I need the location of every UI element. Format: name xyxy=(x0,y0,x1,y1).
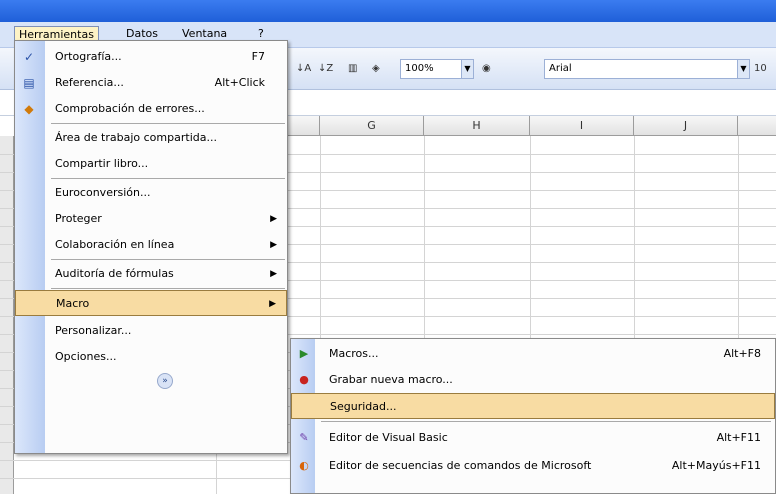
column-header-k[interactable] xyxy=(738,116,776,136)
zoom-value: 100% xyxy=(405,63,434,74)
menu-item-shortcut: Alt+Click xyxy=(214,76,265,89)
font-select[interactable]: Arial ▼ xyxy=(544,59,750,79)
menu-separator xyxy=(51,123,285,124)
menu-item-referencia[interactable]: ▤ Referencia... Alt+Click xyxy=(15,70,287,96)
expand-menu-chevron-icon[interactable]: » xyxy=(157,373,173,389)
menu-item-opciones[interactable]: Opciones... xyxy=(15,344,287,370)
menu-separator xyxy=(51,178,285,179)
submenu-arrow-icon: ▶ xyxy=(270,269,277,279)
menu-item-label: Auditoría de fórmulas xyxy=(55,267,174,280)
menu-item-macro[interactable]: Macro ▶ xyxy=(15,290,287,316)
font-size-value[interactable]: 10 xyxy=(754,60,767,78)
submenu-item-label: Editor de secuencias de comandos de Micr… xyxy=(329,459,592,472)
error-check-icon: ◆ xyxy=(24,102,34,116)
submenu-separator xyxy=(321,421,771,422)
submenu-arrow-icon: ▶ xyxy=(270,240,277,250)
record-icon: ● xyxy=(299,373,309,386)
excel-window: Herramientas Datos Ventana ? ↓A ↓Z ▥ ◈ 1… xyxy=(0,0,776,494)
sort-ascending-icon[interactable]: ↓A xyxy=(296,60,311,78)
submenu-item-label: Grabar nueva macro... xyxy=(329,373,453,386)
menu-item-label: Área de trabajo compartida... xyxy=(55,131,217,144)
submenu-item-seguridad[interactable]: Seguridad... xyxy=(291,393,775,419)
menu-item-label: Colaboración en línea xyxy=(55,238,175,251)
column-header-g[interactable]: G xyxy=(320,116,424,136)
drawing-icon[interactable]: ◈ xyxy=(372,60,380,78)
sort-descending-icon[interactable]: ↓Z xyxy=(318,60,333,78)
spellcheck-icon: ✓ xyxy=(23,50,35,64)
menu-item-label: Personalizar... xyxy=(55,324,132,337)
help-icon[interactable]: ◉ xyxy=(482,60,491,78)
menu-item-label: Referencia... xyxy=(55,76,124,89)
zoom-select[interactable]: 100% ▼ xyxy=(400,59,474,79)
vb-editor-icon: ✎ xyxy=(299,431,309,444)
research-icon: ▤ xyxy=(23,76,35,90)
submenu-arrow-icon: ▶ xyxy=(269,299,276,309)
menu-separator xyxy=(51,288,285,289)
menu-item-comprobacion-errores[interactable]: ◆ Comprobación de errores... xyxy=(15,96,287,122)
submenu-item-editor-secuencias[interactable]: ◐ Editor de secuencias de comandos de Mi… xyxy=(291,453,775,479)
menu-item-area-trabajo[interactable]: Área de trabajo compartida... xyxy=(15,125,287,151)
column-header-i[interactable]: I xyxy=(530,116,634,136)
menu-item-label: Comprobación de errores... xyxy=(55,102,205,115)
menu-item-ortografia[interactable]: ✓ Ortografía... F7 xyxy=(15,44,287,70)
menu-separator xyxy=(51,259,285,260)
menu-item-label: Opciones... xyxy=(55,350,117,363)
script-editor-icon: ◐ xyxy=(299,459,309,472)
chart-wizard-icon[interactable]: ▥ xyxy=(348,60,357,78)
menu-item-label: Compartir libro... xyxy=(55,157,149,170)
column-header-h[interactable]: H xyxy=(424,116,530,136)
menu-item-label: Ortografía... xyxy=(55,50,122,63)
title-bar xyxy=(0,0,776,22)
submenu-item-shortcut: Alt+F8 xyxy=(723,347,761,360)
submenu-arrow-icon: ▶ xyxy=(270,214,277,224)
chevron-down-icon: ▼ xyxy=(737,60,749,78)
tools-menu: ✓ Ortografía... F7 ▤ Referencia... Alt+C… xyxy=(14,40,288,454)
submenu-item-grabar-macro[interactable]: ● Grabar nueva macro... xyxy=(291,367,775,393)
menu-item-label: Proteger xyxy=(55,212,102,225)
submenu-item-editor-vb[interactable]: ✎ Editor de Visual Basic Alt+F11 xyxy=(291,425,775,451)
menu-item-label: Macro xyxy=(56,297,90,310)
macro-submenu: ▶ Macros... Alt+F8 ● Grabar nueva macro.… xyxy=(290,338,776,494)
menu-item-colaboracion[interactable]: Colaboración en línea ▶ xyxy=(15,232,287,258)
font-value: Arial xyxy=(549,63,572,74)
submenu-item-macros[interactable]: ▶ Macros... Alt+F8 xyxy=(291,341,775,367)
menu-item-personalizar[interactable]: Personalizar... xyxy=(15,318,287,344)
column-header-j[interactable]: J xyxy=(634,116,738,136)
menu-item-euroconversion[interactable]: Euroconversión... xyxy=(15,180,287,206)
menu-item-proteger[interactable]: Proteger ▶ xyxy=(15,206,287,232)
menu-item-auditoria[interactable]: Auditoría de fórmulas ▶ xyxy=(15,261,287,287)
chevron-down-icon: ▼ xyxy=(461,60,473,78)
menu-item-shortcut: F7 xyxy=(251,50,265,63)
menu-item-compartir-libro[interactable]: Compartir libro... xyxy=(15,151,287,177)
play-icon: ▶ xyxy=(299,347,309,360)
submenu-item-label: Macros... xyxy=(329,347,379,360)
submenu-item-shortcut: Alt+F11 xyxy=(716,431,761,444)
submenu-item-shortcut: Alt+Mayús+F11 xyxy=(671,459,761,472)
menu-item-label: Euroconversión... xyxy=(55,186,151,199)
submenu-item-label: Seguridad... xyxy=(330,400,397,413)
submenu-item-label: Editor de Visual Basic xyxy=(329,431,448,444)
